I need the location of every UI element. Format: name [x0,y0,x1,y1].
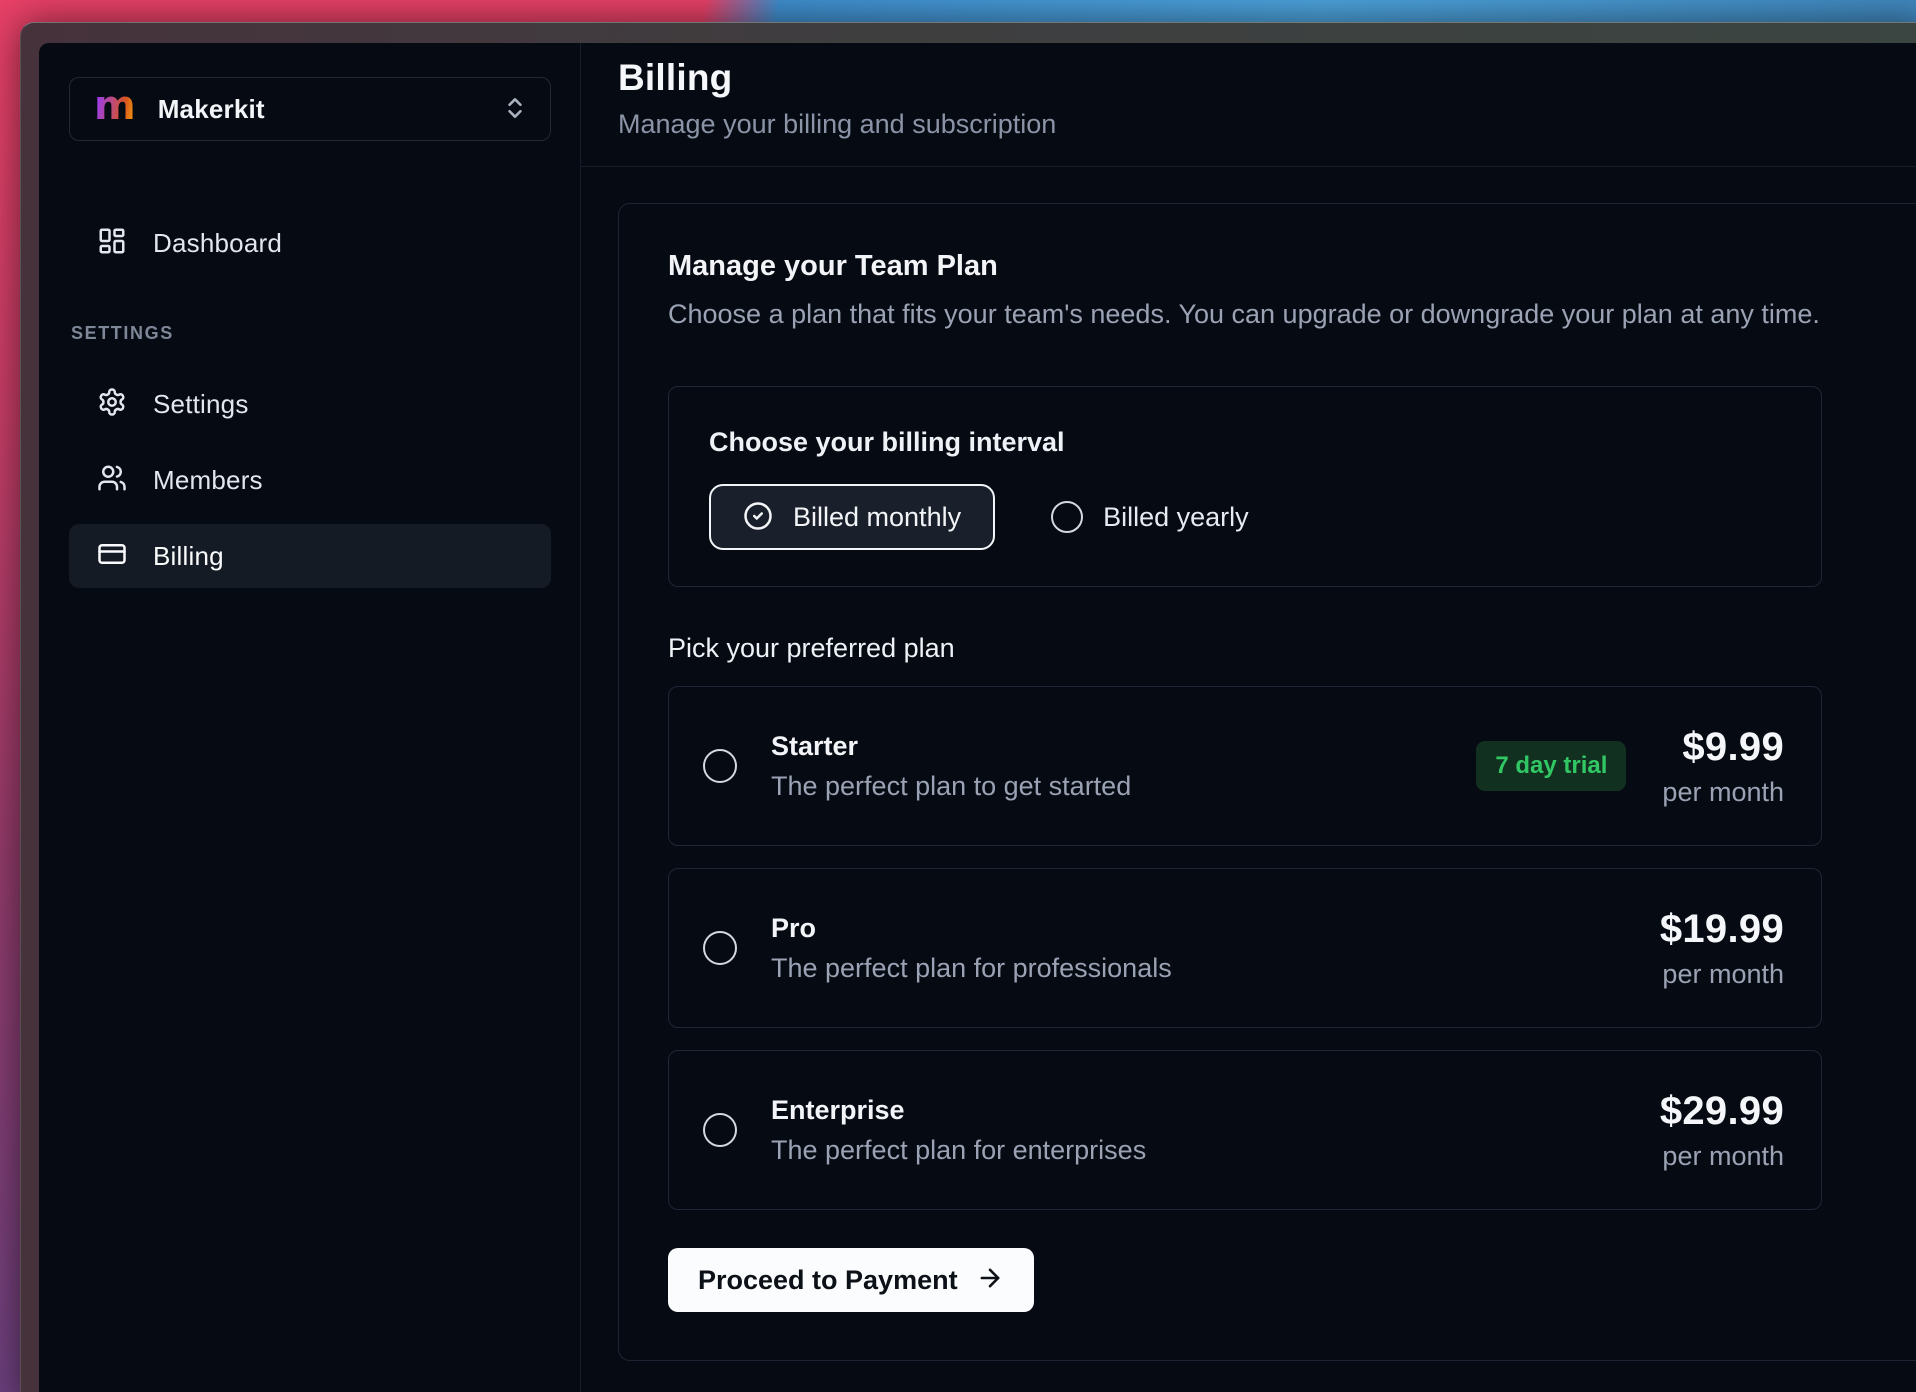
gear-icon [97,387,153,422]
plan-info: Pro The perfect plan for professionals [771,913,1172,984]
plan-name: Enterprise [771,1095,1146,1126]
option-label: Billed yearly [1103,502,1249,533]
plan-pricing: $29.99 per month [1660,1089,1784,1172]
plan-option-starter[interactable]: Starter The perfect plan to get started … [668,686,1822,846]
plan-period: per month [1662,777,1784,808]
workspace-selector[interactable]: m Makerkit [69,77,551,141]
plans-label: Pick your preferred plan [668,633,1916,664]
sidebar: m Makerkit [39,43,581,1392]
header-divider [581,166,1916,167]
trial-badge: 7 day trial [1476,741,1626,791]
proceed-to-payment-button[interactable]: Proceed to Payment [668,1248,1034,1312]
users-icon [97,463,153,498]
radio-circle-icon [1051,501,1083,533]
plan-pricing: $19.99 per month [1660,907,1784,990]
billing-interval-options: Billed monthly Billed yearly [709,484,1781,550]
plan-period: per month [1662,959,1784,990]
plan-option-pro[interactable]: Pro The perfect plan for professionals $… [668,868,1822,1028]
cta-label: Proceed to Payment [698,1265,958,1296]
card-title: Manage your Team Plan [668,250,1916,283]
plan-info: Enterprise The perfect plan for enterpri… [771,1095,1146,1166]
radio-circle-icon[interactable] [703,931,737,965]
billed-yearly-option[interactable]: Billed yearly [1051,501,1249,533]
workspace-name: Makerkit [158,94,265,125]
makerkit-logo-icon: m [94,86,136,126]
page-header: Billing Manage your billing and subscrip… [581,43,1916,140]
dashboard-icon [97,226,153,261]
circle-check-icon [743,501,793,534]
page-subtitle: Manage your billing and subscription [618,109,1916,140]
card-description: Choose a plan that fits your team's need… [668,299,1916,330]
sidebar-section-settings: SETTINGS [71,323,551,344]
plan-price: $19.99 [1660,907,1784,952]
billing-interval-group: Choose your billing interval Billed mont… [668,386,1822,587]
page-title: Billing [618,57,1916,99]
plan-description: The perfect plan to get started [771,771,1131,802]
sidebar-item-label: Members [153,465,263,496]
plan-price: $9.99 [1682,725,1784,770]
plan-name: Pro [771,913,1172,944]
team-plan-card: Manage your Team Plan Choose a plan that… [618,203,1916,1361]
plan-name: Starter [771,731,1131,762]
sidebar-nav: Dashboard SETTINGS Settings [69,211,551,588]
plan-description: The perfect plan for enterprises [771,1135,1146,1166]
plan-info: Starter The perfect plan to get started [771,731,1131,802]
sidebar-item-dashboard[interactable]: Dashboard [69,211,551,275]
plan-period: per month [1662,1141,1784,1172]
chevrons-up-down-icon [502,95,528,124]
app-window: m Makerkit [20,22,1916,1392]
main-content: Billing Manage your billing and subscrip… [581,43,1916,1392]
sidebar-item-label: Dashboard [153,228,282,259]
credit-card-icon [97,539,153,574]
billing-interval-label: Choose your billing interval [709,427,1781,458]
app-surface: m Makerkit [39,43,1916,1392]
plan-description: The perfect plan for professionals [771,953,1172,984]
radio-circle-icon[interactable] [703,1113,737,1147]
sidebar-item-members[interactable]: Members [69,448,551,512]
plan-price: $29.99 [1660,1089,1784,1134]
billed-monthly-option[interactable]: Billed monthly [709,484,995,550]
sidebar-item-label: Billing [153,541,224,572]
option-label: Billed monthly [793,502,961,533]
sidebar-item-label: Settings [153,389,249,420]
plan-option-enterprise[interactable]: Enterprise The perfect plan for enterpri… [668,1050,1822,1210]
radio-circle-icon[interactable] [703,749,737,783]
sidebar-item-billing[interactable]: Billing [69,524,551,588]
arrow-right-icon [976,1262,1004,1299]
sidebar-item-settings[interactable]: Settings [69,372,551,436]
plan-pricing: 7 day trial $9.99 per month [1476,725,1784,808]
